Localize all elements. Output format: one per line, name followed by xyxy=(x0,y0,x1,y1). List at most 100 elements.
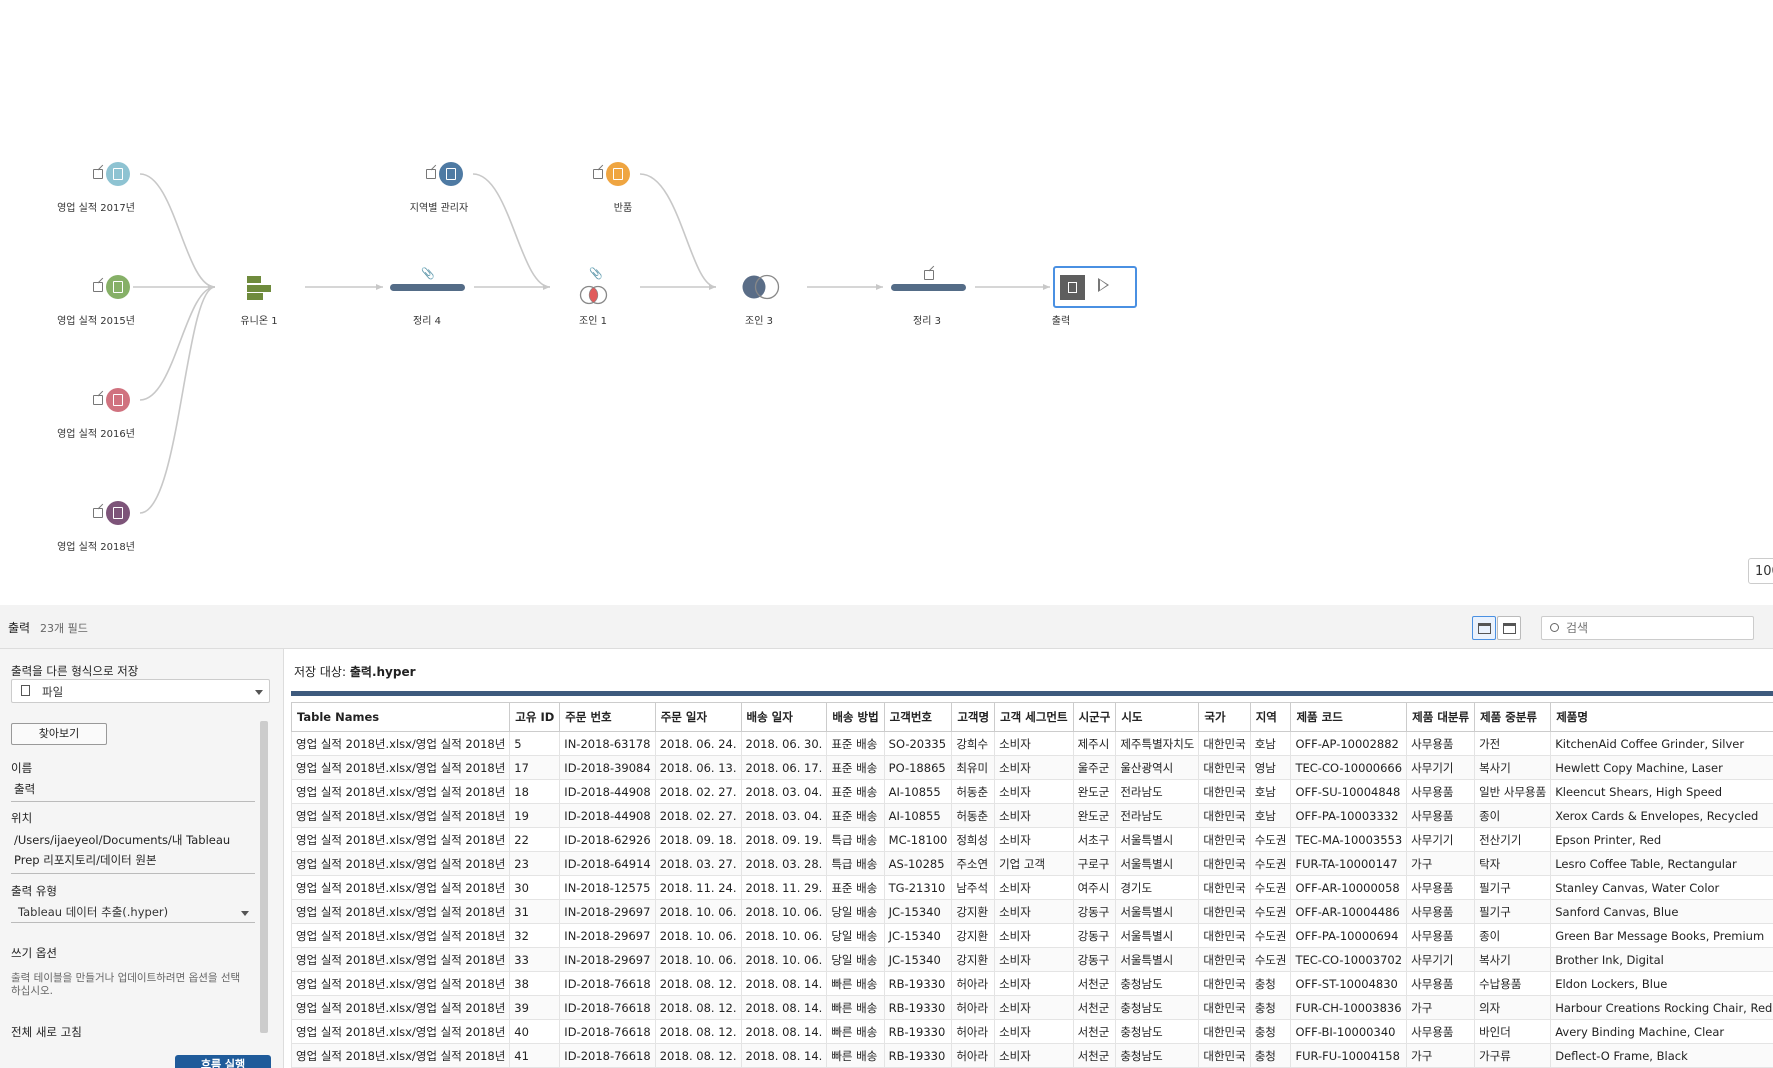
table-cell[interactable]: 2018. 03. 28. xyxy=(740,851,828,876)
table-cell[interactable]: 당일 배송 xyxy=(826,899,885,924)
table-row[interactable]: 영업 실적 2018년.xlsx/영업 실적 2018년 23 ID-2018-64… xyxy=(290,851,1773,876)
table-cell[interactable]: 소비자 xyxy=(994,779,1074,804)
input-node-regional-manager[interactable] xyxy=(439,162,463,186)
table-cell[interactable]: 소비자 xyxy=(994,1043,1074,1068)
zoom-level[interactable]: 100 xyxy=(1748,558,1773,584)
table-cell[interactable]: Green Bar Message Books, Premium xyxy=(1550,923,1773,948)
table-cell[interactable]: ID-2018-76618 xyxy=(559,1019,656,1044)
location-line-1[interactable]: /Users/ijaeyeol/Documents/내 Tableau xyxy=(14,832,230,848)
table-cell[interactable]: 완도군 xyxy=(1072,803,1117,828)
table-cell[interactable]: 2018. 11. 29. xyxy=(740,875,828,900)
table-cell[interactable]: 대한민국 xyxy=(1198,827,1251,852)
column-header[interactable]: 고유 ID xyxy=(509,702,561,732)
table-cell[interactable]: 영업 실적 2018년.xlsx/영업 실적 2018년 xyxy=(290,1019,511,1044)
table-cell[interactable]: 종이 xyxy=(1474,923,1552,948)
table-cell[interactable]: FUR-TA-10000147 xyxy=(1290,851,1408,876)
edit-icon[interactable] xyxy=(93,395,103,405)
table-cell[interactable]: 충청남도 xyxy=(1115,995,1200,1020)
edit-icon[interactable] xyxy=(93,282,103,292)
column-header[interactable]: Table Names xyxy=(290,702,511,732)
table-cell[interactable]: 가구 xyxy=(1406,995,1476,1020)
table-cell[interactable]: 18 xyxy=(509,779,561,804)
column-header[interactable]: 배송 일자 xyxy=(740,702,828,732)
table-cell[interactable]: 소비자 xyxy=(994,971,1074,996)
save-type-select[interactable]: 파일 xyxy=(11,679,270,703)
table-cell[interactable]: 필기구 xyxy=(1474,899,1552,924)
table-cell[interactable]: 사무용품 xyxy=(1406,875,1476,900)
table-cell[interactable]: Hewlett Copy Machine, Laser xyxy=(1550,755,1773,780)
search-box[interactable] xyxy=(1541,616,1754,640)
table-cell[interactable]: 대한민국 xyxy=(1198,779,1251,804)
output-type-select[interactable]: Tableau 데이터 추출(.hyper) xyxy=(11,901,255,923)
table-cell[interactable]: 표준 배송 xyxy=(826,731,885,756)
table-cell[interactable]: 허동춘 xyxy=(951,779,996,804)
table-cell[interactable]: 영업 실적 2018년.xlsx/영업 실적 2018년 xyxy=(290,923,511,948)
table-cell[interactable]: Harbour Creations Rocking Chair, Red xyxy=(1550,995,1773,1020)
table-cell[interactable]: ID-2018-39084 xyxy=(559,755,656,780)
table-cell[interactable]: 소비자 xyxy=(994,827,1074,852)
name-field[interactable]: 출력 xyxy=(14,781,35,797)
table-cell[interactable]: 주소연 xyxy=(951,851,996,876)
table-cell[interactable]: 33 xyxy=(509,947,561,972)
table-cell[interactable]: 사무용품 xyxy=(1406,779,1476,804)
table-cell[interactable]: 수납용품 xyxy=(1474,971,1552,996)
table-cell[interactable]: 복사기 xyxy=(1474,947,1552,972)
table-cell[interactable]: 강지환 xyxy=(951,923,996,948)
table-cell[interactable]: 탁자 xyxy=(1474,851,1552,876)
table-cell[interactable]: 2018. 08. 12. xyxy=(654,1019,742,1044)
join-icon[interactable] xyxy=(740,274,782,300)
table-cell[interactable]: 남주석 xyxy=(951,875,996,900)
table-cell[interactable]: 전라남도 xyxy=(1115,803,1200,828)
table-row[interactable]: 영업 실적 2018년.xlsx/영업 실적 2018년 33 IN-2018-29… xyxy=(290,947,1773,972)
table-cell[interactable]: 서초구 xyxy=(1072,827,1117,852)
column-header[interactable]: 국가 xyxy=(1198,702,1251,732)
table-cell[interactable]: AI-10855 xyxy=(883,779,953,804)
table-cell[interactable]: 40 xyxy=(509,1019,561,1044)
table-cell[interactable]: 2018. 09. 19. xyxy=(740,827,828,852)
table-cell[interactable]: 2018. 02. 27. xyxy=(654,779,742,804)
table-cell[interactable]: RB-19330 xyxy=(883,1043,953,1068)
table-cell[interactable]: 바인더 xyxy=(1474,1019,1552,1044)
table-cell[interactable]: 기업 고객 xyxy=(994,851,1074,876)
table-cell[interactable]: 2018. 06. 17. xyxy=(740,755,828,780)
table-cell[interactable]: 호남 xyxy=(1249,731,1292,756)
table-cell[interactable]: 충청 xyxy=(1249,995,1292,1020)
input-node-sales-2018[interactable] xyxy=(106,501,130,525)
table-cell[interactable]: Avery Binding Machine, Clear xyxy=(1550,1019,1773,1044)
table-cell[interactable]: 사무용품 xyxy=(1406,731,1476,756)
table-cell[interactable]: 호남 xyxy=(1249,779,1292,804)
table-cell[interactable]: ID-2018-44908 xyxy=(559,779,656,804)
table-cell[interactable]: 2018. 10. 06. xyxy=(740,947,828,972)
table-cell[interactable]: OFF-AP-10002882 xyxy=(1290,731,1408,756)
table-cell[interactable]: 일반 사무용품 xyxy=(1474,779,1552,804)
table-cell[interactable]: RB-19330 xyxy=(883,1019,953,1044)
table-row[interactable]: 영업 실적 2018년.xlsx/영업 실적 2018년 39 ID-2018-76… xyxy=(290,995,1773,1020)
table-cell[interactable]: OFF-ST-10004830 xyxy=(1290,971,1408,996)
table-cell[interactable]: 가전 xyxy=(1474,731,1552,756)
play-icon[interactable] xyxy=(1098,278,1109,292)
table-cell[interactable]: IN-2018-29697 xyxy=(559,923,656,948)
table-cell[interactable]: 31 xyxy=(509,899,561,924)
table-cell[interactable]: 19 xyxy=(509,803,561,828)
table-cell[interactable]: AS-10285 xyxy=(883,851,953,876)
table-cell[interactable]: 소비자 xyxy=(994,803,1074,828)
table-cell[interactable]: 대한민국 xyxy=(1198,731,1251,756)
table-cell[interactable]: 허아라 xyxy=(951,1043,996,1068)
table-cell[interactable]: RB-19330 xyxy=(883,971,953,996)
table-cell[interactable]: 영업 실적 2018년.xlsx/영업 실적 2018년 xyxy=(290,899,511,924)
table-cell[interactable]: 30 xyxy=(509,875,561,900)
column-header[interactable]: 제품 중분류 xyxy=(1474,702,1552,732)
table-cell[interactable]: 수도권 xyxy=(1249,947,1292,972)
table-cell[interactable]: 정희성 xyxy=(951,827,996,852)
table-cell[interactable]: AI-10855 xyxy=(883,803,953,828)
table-cell[interactable]: 2018. 08. 14. xyxy=(740,1019,828,1044)
table-cell[interactable]: 빠른 배송 xyxy=(826,1019,885,1044)
table-cell[interactable]: FUR-FU-10004158 xyxy=(1290,1043,1408,1068)
table-cell[interactable]: ID-2018-64914 xyxy=(559,851,656,876)
table-cell[interactable]: 강지환 xyxy=(951,947,996,972)
table-cell[interactable]: 대한민국 xyxy=(1198,899,1251,924)
table-cell[interactable]: 사무기기 xyxy=(1406,755,1476,780)
table-cell[interactable]: IN-2018-29697 xyxy=(559,947,656,972)
table-cell[interactable]: 2018. 08. 12. xyxy=(654,1043,742,1068)
table-cell[interactable]: 종이 xyxy=(1474,803,1552,828)
